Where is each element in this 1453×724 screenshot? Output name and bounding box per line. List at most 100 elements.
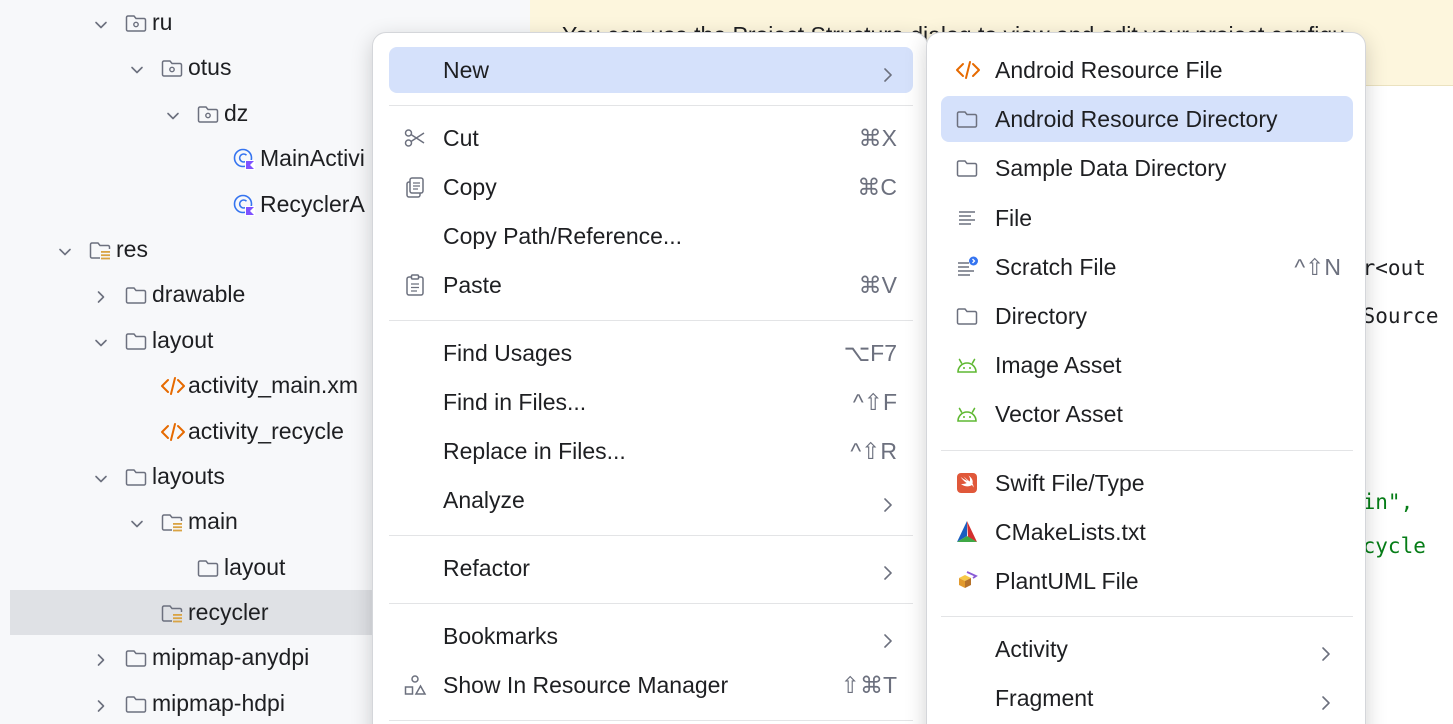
tree-item-label: RecyclerA [260,190,365,217]
new-item-fragment[interactable]: Fragment [941,675,1353,721]
chevron-down-icon[interactable] [92,467,110,485]
submenu-item-label: Fragment [995,685,1094,712]
submenu-item-label: CMakeLists.txt [995,518,1146,545]
menu-item-paste[interactable]: Paste ⌘V [389,262,913,308]
tree-item-label: layout [224,553,286,580]
new-item-file[interactable]: File [941,195,1353,241]
folder-icon [955,107,981,131]
menu-item-replace-in-files[interactable]: Replace in Files... ^⇧R [389,428,913,474]
tree-item-label: recycler [188,599,269,626]
menu-item-find-usages[interactable]: Find Usages ⌥F7 [389,330,913,376]
menu-item-label: Find in Files... [443,389,587,415]
chevron-right-icon [1319,641,1333,661]
menu-item-label: Copy Path/Reference... [443,223,683,249]
folder-icon [124,692,148,716]
menu-item-shortcut: ^⇧F [852,389,897,415]
chevron-right-icon[interactable] [92,694,110,712]
menu-item-new[interactable]: New [389,47,913,93]
new-item-cmakelists-txt[interactable]: CMakeLists.txt [941,509,1353,555]
submenu-item-label: Android Resource File [995,57,1223,83]
chevron-right-icon[interactable] [92,285,110,304]
folder-icon [955,156,981,180]
chevron-down-icon[interactable] [164,104,182,122]
menu-item-bookmarks[interactable]: Bookmarks [389,613,913,659]
kotlin-class-icon [232,193,256,217]
chevron-right-icon[interactable] [92,648,110,667]
new-item-scratch-file[interactable]: Scratch File ^⇧N [941,244,1353,290]
menu-separator [389,720,913,721]
menu-item-label: Bookmarks [443,623,559,649]
menu-item-shortcut: ⌘V [858,272,897,298]
menu-item-shortcut: ⌘C [857,174,897,200]
menu-item-copy[interactable]: Copy ⌘C [389,164,913,210]
plantuml-icon [955,569,981,593]
scissors-icon [403,126,427,150]
menu-item-label: Show In Resource Manager [443,672,729,698]
menu-item-label: Refactor [443,555,530,581]
folder-icon [124,283,148,307]
submenu-item-label: Sample Data Directory [995,155,1227,182]
folder-icon [955,304,981,328]
submenu-item-label: Directory [995,303,1088,329]
menu-item-refactor[interactable]: Refactor [389,545,913,591]
xml-file-icon [160,420,185,444]
menu-separator [389,535,913,536]
menu-item-label: Paste [443,272,502,298]
chevron-right-icon [881,492,895,512]
chevron-down-icon[interactable] [128,58,146,76]
xml-file-icon [160,374,185,398]
text-file-icon [955,206,981,230]
tree-item-label: MainActivi [260,145,365,172]
package-icon [124,11,148,35]
folder-icon [124,465,148,489]
menu-separator [389,603,913,604]
submenu-item-label: Android Resource Directory [995,106,1278,133]
resource-folder-icon [160,601,184,625]
menu-item-cut[interactable]: Cut ⌘X [389,115,913,161]
chevron-right-icon [1319,690,1333,711]
tree-item-label: dz [224,99,249,126]
chevron-down-icon[interactable] [92,331,110,349]
resource-manager-icon [403,673,427,697]
xml-icon [955,58,981,82]
new-item-android-resource-file[interactable]: Android Resource File [941,47,1353,93]
android-icon [955,402,981,426]
folder-icon [124,329,148,353]
new-item-swift-file-type[interactable]: Swift File/Type [941,460,1353,506]
submenu-item-label: Activity [995,636,1068,663]
tree-item-label: mipmap-anydpi [152,644,310,671]
package-icon [160,56,184,80]
tree-item-label: res [116,235,148,262]
menu-item-analyze[interactable]: Analyze [389,477,913,523]
new-item-android-resource-directory[interactable]: Android Resource Directory [941,96,1353,143]
tree-item-label: activity_main.xm [188,372,358,399]
menu-item-copy-path-reference[interactable]: Copy Path/Reference... [389,213,913,259]
submenu-item-label: Image Asset [995,352,1122,379]
folder-icon [196,556,220,580]
chevron-down-icon[interactable] [56,240,74,258]
chevron-right-icon [881,560,895,580]
menu-item-label: New [443,57,490,83]
chevron-down-icon[interactable] [128,512,146,530]
submenu-item-label: Vector Asset [995,401,1123,428]
chevron-right-icon [881,628,895,648]
menu-item-label: Replace in Files... [443,438,626,464]
tree-item-label: layout [152,326,214,353]
resource-folder-icon [160,510,184,534]
tree-item-label: activity_recycle [188,417,344,444]
menu-item-label: Analyze [443,487,525,513]
menu-item-shortcut: ^⇧R [850,438,897,464]
new-item-activity[interactable]: Activity [941,626,1353,672]
new-item-plantuml-file[interactable]: PlantUML File [941,558,1353,604]
new-item-vector-asset[interactable]: Vector Asset [941,391,1353,437]
new-item-directory[interactable]: Directory [941,293,1353,339]
new-item-image-asset[interactable]: Image Asset [941,342,1353,388]
swift-icon [955,471,981,495]
chevron-down-icon[interactable] [92,13,110,31]
menu-item-show-in-resource-manager[interactable]: Show In Resource Manager ⇧⌘T [389,662,913,708]
tree-item-label: otus [188,54,232,81]
new-submenu: Android Resource File Android Resource Di… [926,32,1366,724]
new-item-sample-data-directory[interactable]: Sample Data Directory [941,145,1353,191]
menu-item-find-in-files[interactable]: Find in Files... ^⇧F [389,379,913,425]
copy-icon [403,175,427,199]
